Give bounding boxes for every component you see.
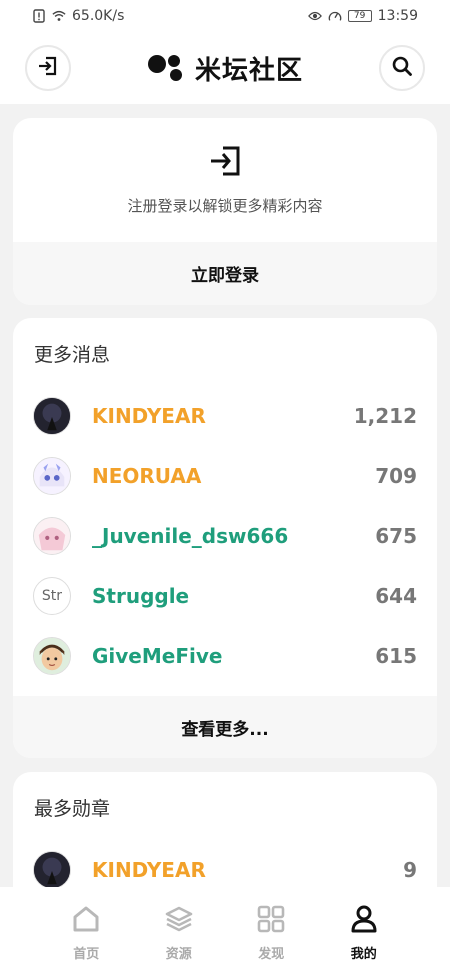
user-count: 644 [375, 584, 417, 608]
layers-icon [164, 905, 194, 937]
status-left: 65.0K/s [32, 8, 124, 24]
dark-night-avatar [33, 397, 71, 435]
grid-icon [256, 905, 286, 937]
user-count: 709 [375, 464, 417, 488]
nav-label: 资源 [165, 947, 192, 962]
login-icon [37, 55, 59, 81]
user-name: Struggle [92, 584, 190, 608]
user-count: 9 [403, 858, 417, 882]
login-card: 注册登录以解锁更多精彩内容 立即登录 [13, 118, 437, 305]
app-logo: 米坛社区 [147, 50, 303, 87]
login-now-button[interactable]: 立即登录 [13, 242, 437, 305]
user-name: NEORUAA [92, 464, 202, 488]
view-more-button[interactable]: 查看更多... [13, 696, 437, 758]
text-avatar: Str [33, 577, 71, 615]
search-icon [391, 55, 413, 81]
search-button[interactable] [378, 45, 425, 91]
app-name: 米坛社区 [194, 55, 303, 86]
list-item[interactable]: _Juvenile_dsw666 675 [13, 506, 437, 566]
more-news-card: 更多消息 KINDYEAR 1,212 NEORUAA 709 _Juvenil… [13, 318, 437, 758]
nav-item-home[interactable]: 首页 [51, 905, 121, 962]
section-title-medals: 最多勋章 [34, 798, 111, 820]
user-name: KINDYEAR [92, 858, 206, 882]
anime-girl-avatar [33, 457, 71, 495]
login-button[interactable] [25, 45, 71, 91]
home-icon [71, 905, 101, 937]
nav-item-resources[interactable]: 资源 [144, 905, 214, 962]
avatar-text: Str [41, 588, 63, 604]
anime-pink-avatar [33, 517, 71, 555]
user-name: GiveMeFive [92, 644, 223, 668]
list-item[interactable]: KINDYEAR 1,212 [13, 386, 437, 446]
clock: 13:59 [377, 8, 418, 24]
nav-item-discover[interactable]: 发现 [236, 905, 306, 962]
status-bar: 65.0K/s 79 13:59 [0, 0, 450, 32]
app-header: 米坛社区 [0, 32, 450, 104]
sim-alert-icon [32, 9, 46, 23]
user-count: 1,212 [353, 404, 417, 428]
user-icon [349, 905, 379, 937]
nav-label: 首页 [73, 947, 100, 962]
nav-label: 发现 [258, 947, 285, 962]
status-right: 79 13:59 [307, 8, 418, 24]
list-item[interactable]: Str Struggle 644 [13, 566, 437, 626]
speedometer-icon [328, 9, 342, 23]
battery-indicator: 79 [347, 10, 372, 22]
bottom-nav: 首页 资源 发现 我的 [0, 887, 450, 975]
wifi-icon [52, 9, 66, 23]
eye-icon [307, 9, 322, 23]
user-name: KINDYEAR [92, 404, 206, 428]
list-item[interactable]: NEORUAA 709 [13, 446, 437, 506]
cartoon-face-avatar [33, 637, 71, 675]
list-item[interactable]: GiveMeFive 615 [13, 626, 437, 686]
logo-mark-icon [147, 55, 182, 81]
network-speed: 65.0K/s [72, 8, 125, 24]
nav-label: 我的 [350, 947, 377, 962]
login-arrow-icon [208, 145, 242, 181]
login-hint-text: 注册登录以解锁更多精彩内容 [127, 196, 323, 215]
nav-item-mine[interactable]: 我的 [329, 905, 399, 962]
dark-night-avatar [33, 851, 71, 889]
user-count: 675 [375, 524, 417, 548]
login-prompt: 注册登录以解锁更多精彩内容 [13, 118, 437, 242]
section-title-news: 更多消息 [34, 344, 111, 366]
user-name: _Juvenile_dsw666 [92, 524, 289, 548]
user-count: 615 [375, 644, 417, 668]
